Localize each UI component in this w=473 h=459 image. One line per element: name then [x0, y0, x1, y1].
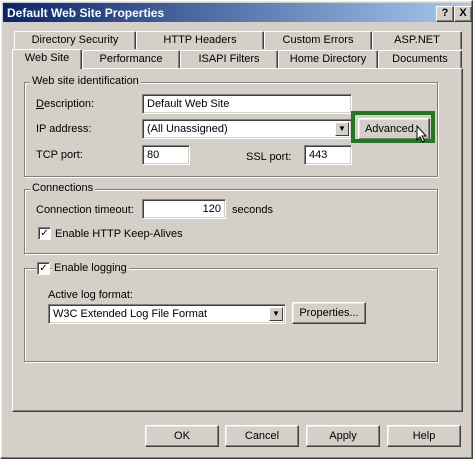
- log-format-value: W3C Extended Log File Format: [53, 308, 208, 320]
- cancel-button[interactable]: Cancel: [225, 425, 299, 447]
- connection-timeout-input[interactable]: 120: [142, 199, 226, 219]
- apply-button[interactable]: Apply: [306, 425, 380, 447]
- connections-legend: Connections: [30, 182, 96, 194]
- description-label-text: escription:: [43, 98, 95, 110]
- keep-alives-label: Enable HTTP Keep-Alives: [55, 228, 183, 240]
- tcp-port-label: TCP port:: [36, 149, 83, 161]
- log-format-label: Active log format:: [48, 289, 133, 301]
- ssl-port-input[interactable]: 443: [304, 145, 352, 165]
- tcp-port-input[interactable]: 80: [142, 145, 190, 165]
- title-bar[interactable]: Default Web Site Properties ? X: [3, 3, 472, 22]
- enable-logging-checkbox[interactable]: ✓: [37, 262, 50, 275]
- tab-performance[interactable]: Performance: [82, 50, 180, 68]
- tab-directory-security[interactable]: Directory Security: [14, 31, 136, 49]
- log-format-select[interactable]: W3C Extended Log File Format ▼: [48, 304, 286, 324]
- ip-address-value: (All Unassigned): [147, 123, 228, 135]
- tab-custom-errors[interactable]: Custom Errors: [264, 31, 372, 49]
- tab-web-site[interactable]: Web Site: [12, 49, 82, 69]
- ip-address-label: IP address:: [36, 123, 92, 135]
- keep-alives-checkbox[interactable]: ✓: [38, 227, 51, 240]
- tab-asp-net[interactable]: ASP.NET: [372, 31, 462, 49]
- identification-legend: Web site identification: [30, 75, 141, 87]
- tab-home-directory[interactable]: Home Directory: [278, 50, 378, 68]
- chevron-down-icon[interactable]: ▼: [269, 307, 283, 321]
- description-label: Description:: [36, 98, 94, 110]
- tab-isapi-filters[interactable]: ISAPI Filters: [180, 50, 278, 68]
- close-button[interactable]: X: [454, 6, 472, 22]
- ssl-port-label: SSL port:: [246, 151, 292, 163]
- mouse-cursor-icon: [416, 125, 428, 143]
- tab-documents[interactable]: Documents: [378, 50, 462, 68]
- ip-address-select[interactable]: (All Unassigned) ▼: [142, 119, 352, 139]
- help-title-button[interactable]: ?: [436, 6, 454, 22]
- description-label-mnemonic: D: [36, 98, 44, 110]
- connections-group: [24, 189, 438, 254]
- chevron-down-icon[interactable]: ▼: [335, 122, 349, 136]
- timeout-unit-label: seconds: [232, 204, 273, 216]
- log-properties-button[interactable]: Properties...: [292, 302, 366, 324]
- description-input[interactable]: Default Web Site: [142, 94, 352, 114]
- tab-http-headers[interactable]: HTTP Headers: [136, 31, 264, 49]
- window-title: Default Web Site Properties: [7, 6, 165, 20]
- enable-logging-label: Enable logging: [52, 262, 129, 274]
- help-button[interactable]: Help: [387, 425, 461, 447]
- connection-timeout-label: Connection timeout:: [36, 204, 134, 216]
- ok-button[interactable]: OK: [145, 425, 219, 447]
